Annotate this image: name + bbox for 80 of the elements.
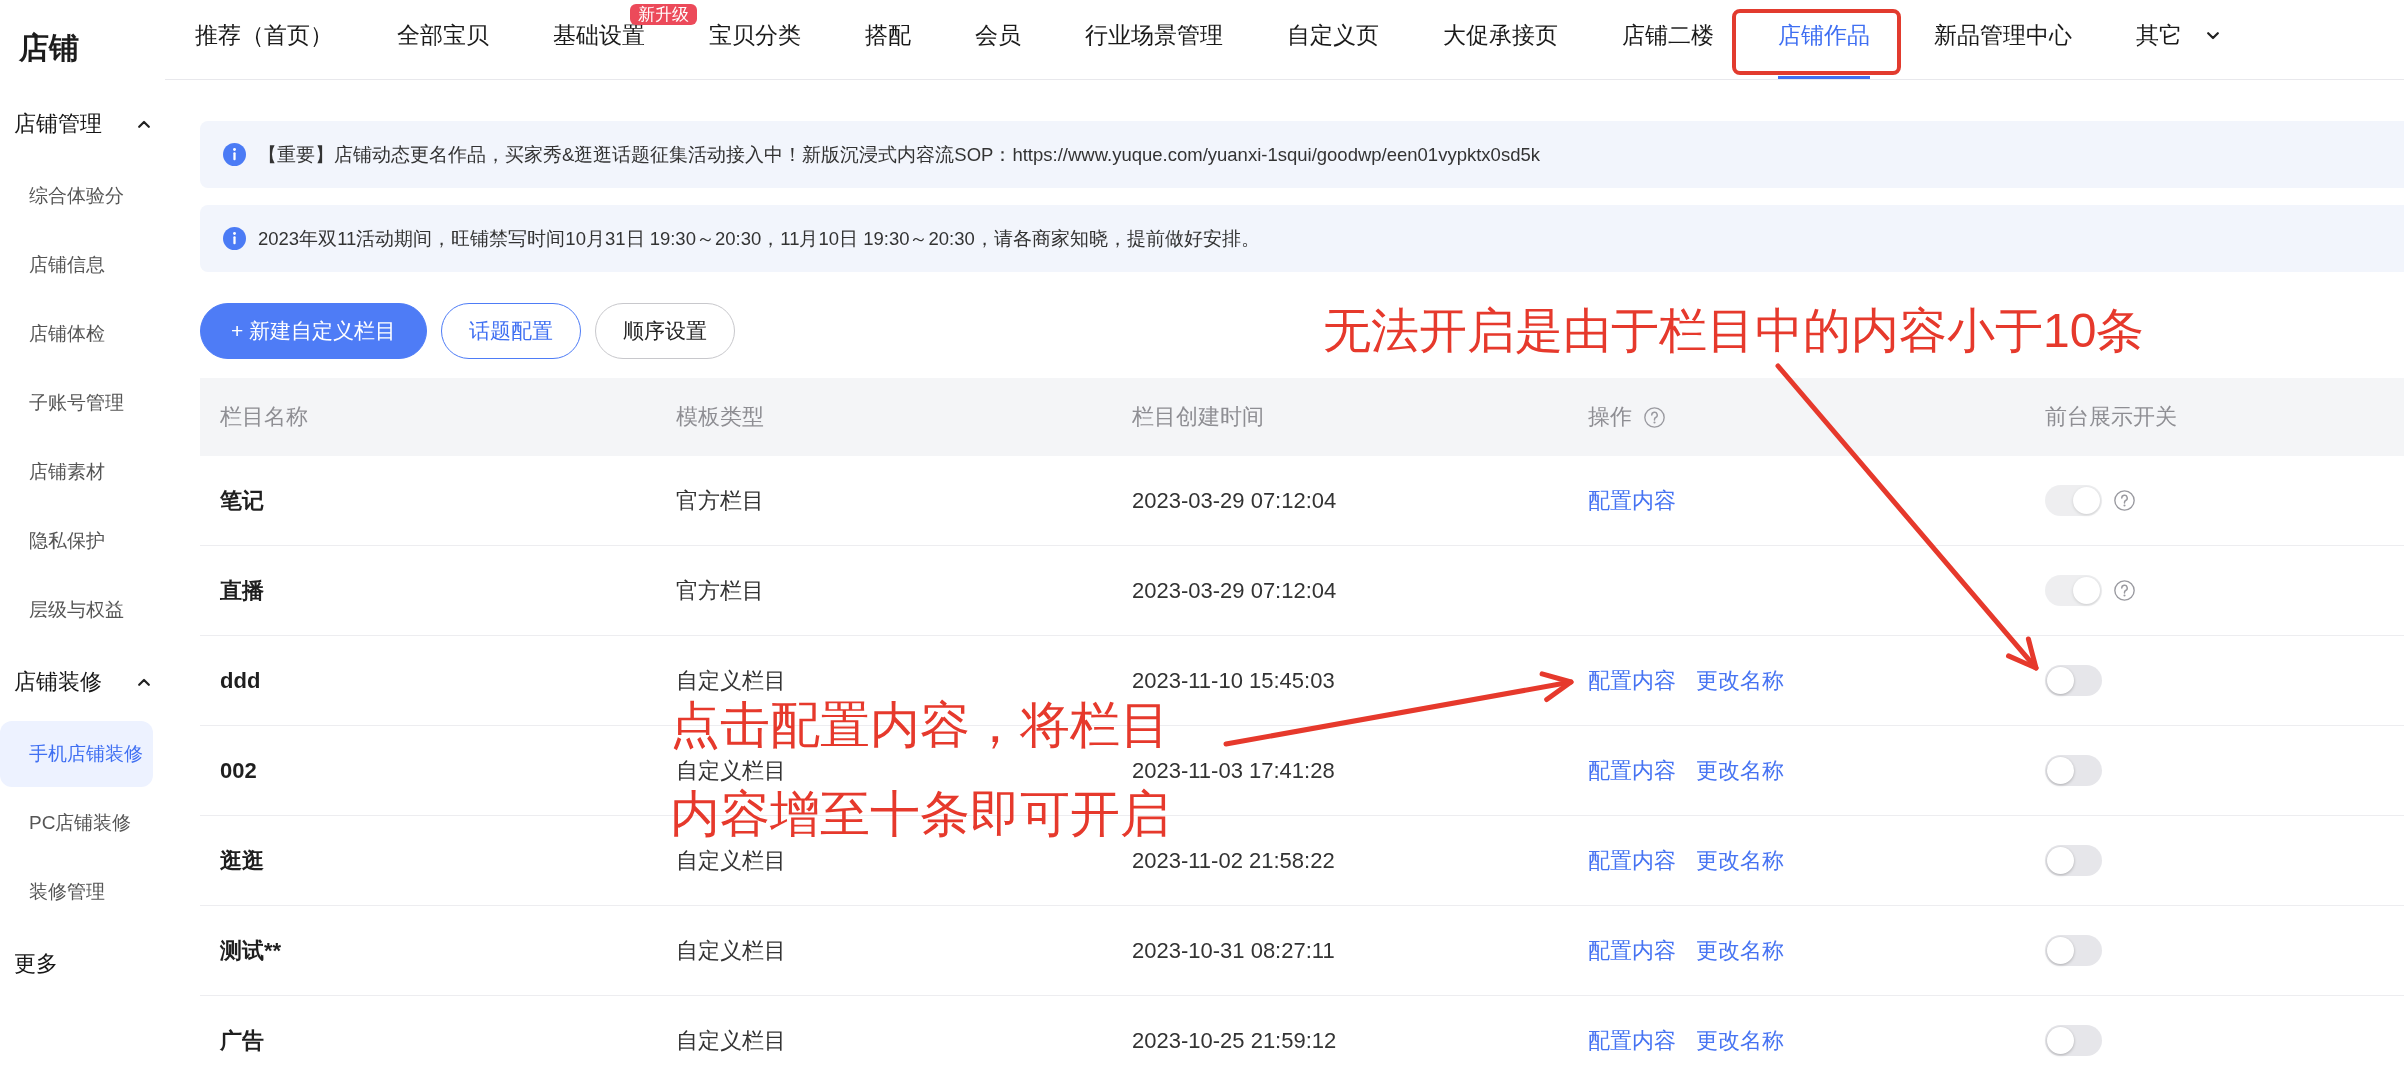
table-cell-text: 直播: [220, 576, 264, 605]
sidebar-item[interactable]: 店铺素材: [0, 439, 153, 505]
table-cell-text: 官方栏目: [676, 486, 764, 515]
action-link[interactable]: 更改名称: [1696, 845, 1784, 876]
plain-button[interactable]: 顺序设置: [595, 303, 736, 359]
chevron-down-icon: [2207, 31, 2219, 40]
action-link[interactable]: 更改名称: [1696, 665, 1784, 696]
table-cell: 2023-11-10 15:45:03: [1132, 667, 1335, 694]
nav-tab[interactable]: 宝贝分类: [699, 0, 811, 79]
toggle-switch[interactable]: [2045, 935, 2102, 966]
sidebar-item[interactable]: 综合体验分: [0, 163, 153, 229]
nav-tab[interactable]: 搭配: [855, 0, 921, 79]
table-cell-text: 自定义栏目: [676, 666, 786, 695]
action-link[interactable]: 更改名称: [1696, 1025, 1784, 1056]
sidebar-item[interactable]: 店铺体检: [0, 301, 153, 367]
table-cell: 2023-10-31 08:27:11: [1132, 937, 1335, 964]
annotation-text: 点击配置内容，将栏目: [670, 700, 1170, 750]
sidebar-item[interactable]: PC店铺装修: [0, 790, 153, 856]
toggle-switch[interactable]: [2045, 1025, 2102, 1056]
column-header: 栏目创建时间: [1132, 403, 1264, 431]
outline-button[interactable]: 话题配置: [441, 303, 582, 359]
table-cell-text: 官方栏目: [676, 576, 764, 605]
action-link[interactable]: 配置内容: [1588, 665, 1676, 696]
sidebar-item[interactable]: 手机店铺装修: [0, 721, 153, 787]
column-header: 栏目名称: [220, 403, 308, 431]
nav-tab[interactable]: 其它: [2126, 0, 2229, 79]
notice-text: 2023年双11活动期间，旺铺禁写时间10月31日 19:30～20:30，11月10日 19:30～20:30，请各商家知晓，提前做好安排。: [258, 227, 1260, 251]
sidebar-group-header[interactable]: 店铺管理: [0, 88, 150, 160]
sidebar-group-header[interactable]: 更多: [0, 928, 58, 1000]
nav-tab[interactable]: 店铺作品: [1768, 0, 1880, 79]
brand-title: 店铺: [19, 30, 79, 64]
column-header: 操作: [1588, 403, 1632, 431]
table-cell: 2023-11-02 21:58:22: [1132, 847, 1335, 874]
action-link[interactable]: 配置内容: [1588, 485, 1676, 516]
table-cell: 002: [220, 757, 257, 784]
table-cell-text: 测试**: [220, 936, 282, 965]
column-header: 前台展示开关: [2045, 403, 2177, 431]
action-link[interactable]: 配置内容: [1588, 935, 1676, 966]
table-cell-text: 自定义栏目: [676, 1026, 786, 1055]
action-link[interactable]: 配置内容: [1588, 1025, 1676, 1056]
action-link[interactable]: 更改名称: [1696, 755, 1784, 786]
table-cell: 2023-10-25 21:59:12: [1132, 1027, 1337, 1054]
table-cell: 2023-03-29 07:12:04: [1132, 487, 1337, 514]
info-icon: [223, 227, 246, 250]
table-cell: 2023-03-29 07:12:04: [1132, 577, 1337, 604]
sidebar-item[interactable]: 店铺信息: [0, 232, 153, 298]
nav-tab[interactable]: 新品管理中心: [1924, 0, 2082, 79]
toggle-switch[interactable]: [2045, 755, 2102, 786]
nav-tab[interactable]: 自定义页: [1277, 0, 1389, 79]
sidebar-item[interactable]: 隐私保护: [0, 508, 153, 574]
info-icon: [223, 143, 246, 166]
action-link[interactable]: 配置内容: [1588, 845, 1676, 876]
nav-tab[interactable]: 推荐（首页）: [185, 0, 343, 79]
sidebar-item[interactable]: 层级与权益: [0, 577, 153, 643]
table-cell: 2023-11-03 17:41:28: [1132, 757, 1335, 784]
column-header: 模板类型: [676, 403, 764, 431]
action-link[interactable]: 配置内容: [1588, 755, 1676, 786]
sidebar-group-header[interactable]: 店铺装修: [0, 646, 150, 718]
table-cell-text: 自定义栏目: [676, 846, 786, 875]
nav-tab[interactable]: 全部宝贝: [387, 0, 499, 79]
table-cell-text: 自定义栏目: [676, 756, 786, 785]
nav-tab[interactable]: 店铺二楼: [1612, 0, 1724, 79]
table-cell-text: 广告: [220, 1026, 264, 1055]
table-cell-text: 逛逛: [220, 846, 264, 875]
toggle-switch[interactable]: [2045, 665, 2102, 696]
create-button[interactable]: + 新建自定义栏目: [200, 303, 428, 359]
nav-tab[interactable]: 大促承接页: [1433, 0, 1568, 79]
action-link[interactable]: 更改名称: [1696, 935, 1784, 966]
nav-tab[interactable]: 会员: [965, 0, 1031, 79]
table-cell: ddd: [220, 667, 261, 694]
annotation-text: 内容增至十条即可开启: [670, 789, 1170, 839]
table-cell-text: 自定义栏目: [676, 936, 786, 965]
notice-text: 【重要】店铺动态更名作品，买家秀&逛逛话题征集活动接入中！新版沉浸式内容流SOP：https://www.yuque.com/yuanxi-1squi/goodwp/een01vypktx0sd5k: [258, 143, 1540, 167]
table-cell-text: 笔记: [220, 486, 264, 515]
nav-tab[interactable]: 行业场景管理: [1075, 0, 1233, 79]
toggle-switch[interactable]: [2045, 845, 2102, 876]
annotation-text: 无法开启是由于栏目中的内容小于10条: [1323, 307, 2145, 355]
sidebar-item[interactable]: 子账号管理: [0, 370, 153, 436]
sidebar-item[interactable]: 装修管理: [0, 859, 153, 925]
new-badge: 新升级: [630, 4, 697, 25]
